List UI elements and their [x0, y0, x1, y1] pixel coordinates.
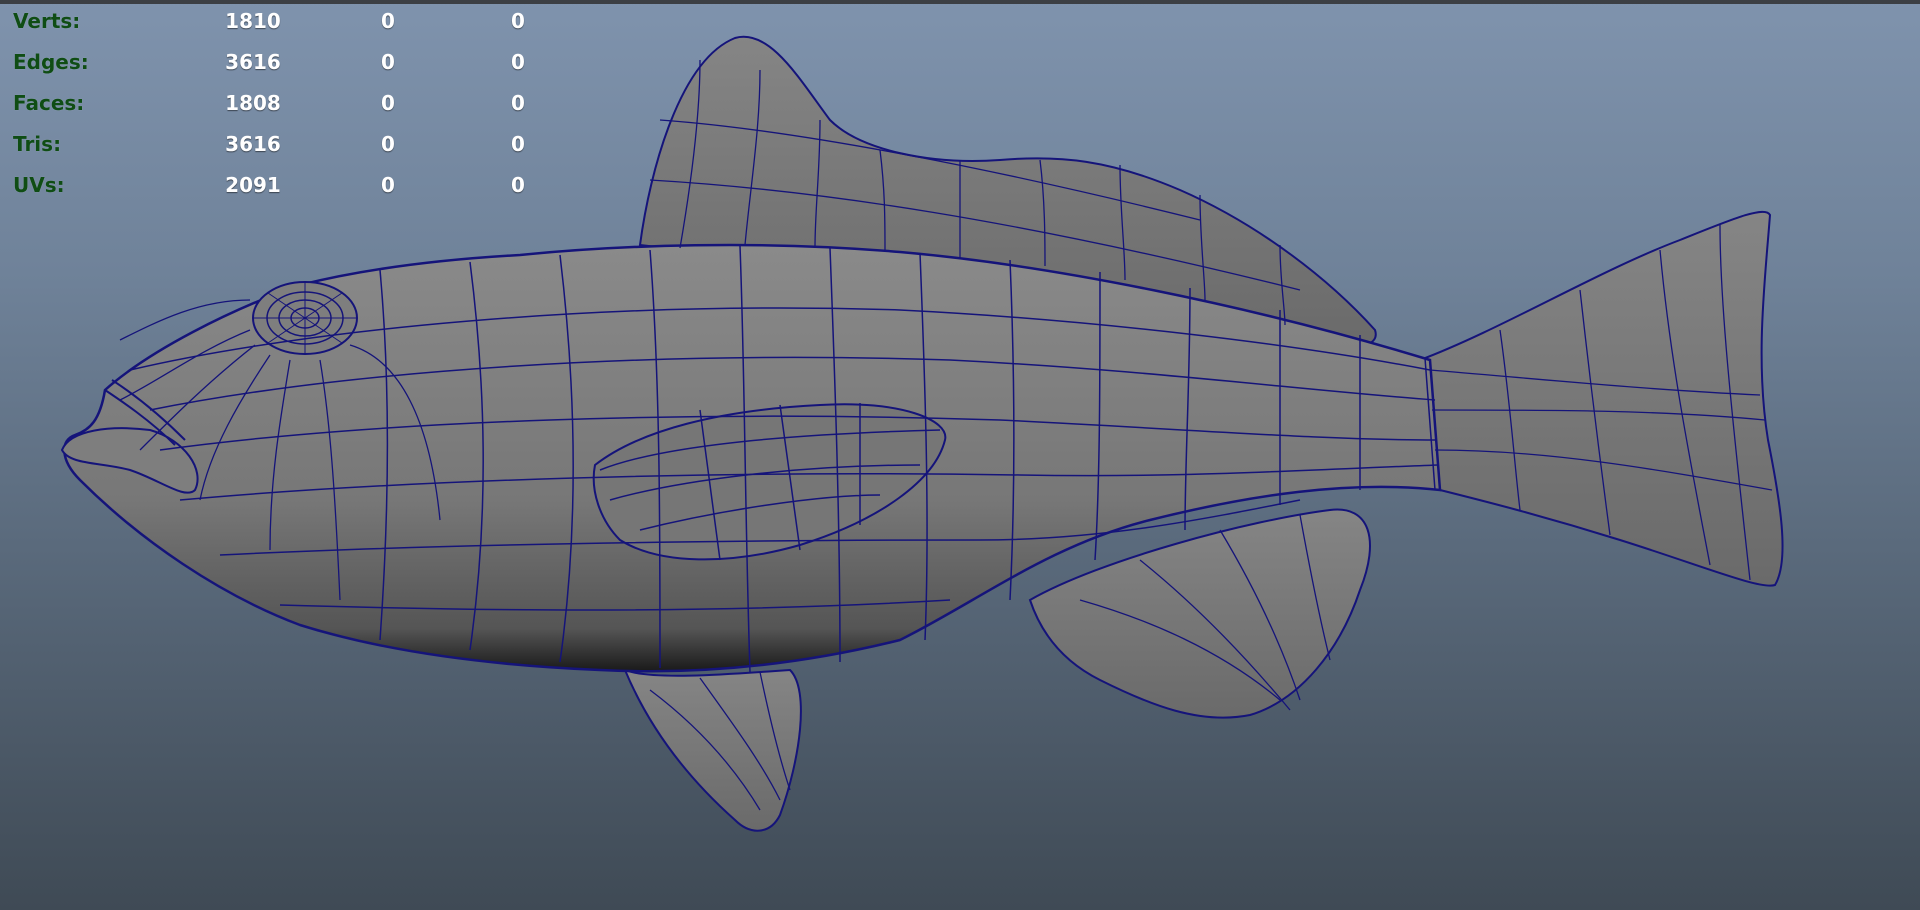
hud-label: Verts:: [13, 8, 81, 33]
hud-selected: 0: [381, 172, 395, 197]
hud-label: Edges:: [13, 49, 89, 74]
hud-count: 1810: [225, 8, 281, 33]
hud-selected-2: 0: [511, 49, 525, 74]
hud-selected-2: 0: [511, 172, 525, 197]
hud-label: Tris:: [13, 131, 62, 156]
hud-row-tris: Tris: 3616 0 0: [13, 123, 573, 164]
poly-count-hud: Verts: 1810 0 0 Edges: 3616 0 0 Faces: 1…: [13, 0, 573, 205]
hud-selected: 0: [381, 8, 395, 33]
hud-label: Faces:: [13, 90, 85, 115]
hud-count: 2091: [225, 172, 281, 197]
hud-count: 1808: [225, 90, 281, 115]
hud-row-faces: Faces: 1808 0 0: [13, 82, 573, 123]
hud-row-verts: Verts: 1810 0 0: [13, 0, 573, 41]
hud-label: UVs:: [13, 172, 65, 197]
hud-selected: 0: [381, 131, 395, 156]
hud-selected-2: 0: [511, 131, 525, 156]
hud-row-edges: Edges: 3616 0 0: [13, 41, 573, 82]
hud-selected-2: 0: [511, 8, 525, 33]
hud-selected-2: 0: [511, 90, 525, 115]
hud-row-uvs: UVs: 2091 0 0: [13, 164, 573, 205]
hud-selected: 0: [381, 49, 395, 74]
hud-count: 3616: [225, 131, 281, 156]
hud-selected: 0: [381, 90, 395, 115]
hud-count: 3616: [225, 49, 281, 74]
